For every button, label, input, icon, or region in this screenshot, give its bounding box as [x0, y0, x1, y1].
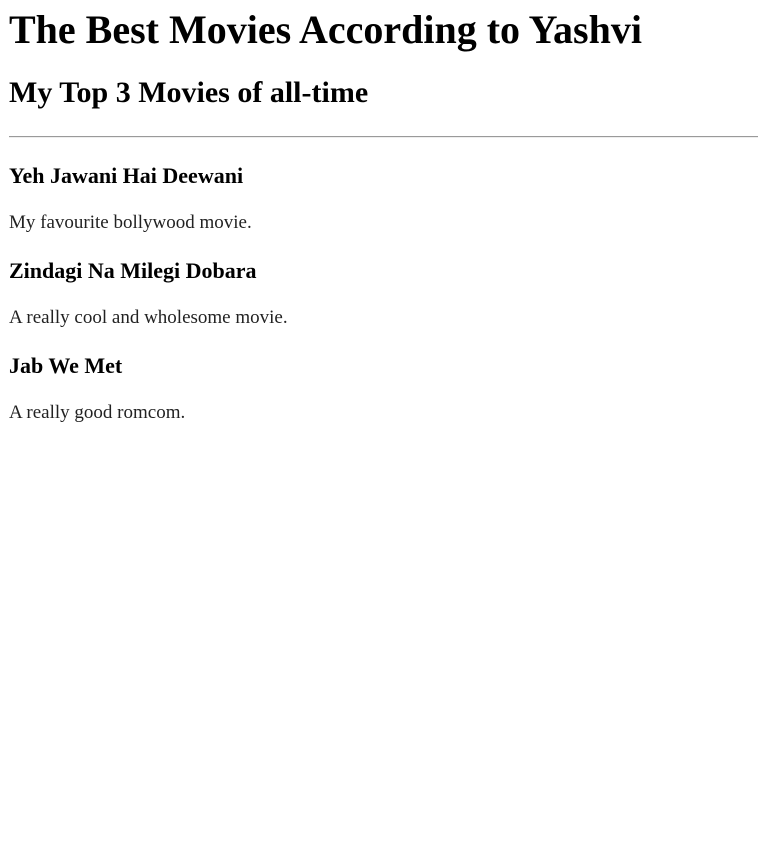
- page-subtitle: My Top 3 Movies of all-time: [9, 76, 369, 109]
- movie-description: My favourite bollywood movie.: [9, 212, 252, 233]
- movie-description: A really good romcom.: [9, 402, 186, 423]
- movie-entry: Jab We Met A really good romcom.: [9, 329, 760, 424]
- movie-title: Jab We Met: [9, 353, 123, 378]
- movie-title: Zindagi Na Milegi Dobara: [9, 258, 257, 283]
- page: The Best Movies According to Yashvi My T…: [0, 0, 769, 854]
- movie-entry: Zindagi Na Milegi Dobara A really cool a…: [9, 234, 760, 329]
- movie-list: Yeh Jawani Hai Deewani My favourite boll…: [9, 138, 760, 424]
- movie-title: Yeh Jawani Hai Deewani: [9, 163, 244, 188]
- movie-description: A really cool and wholesome movie.: [9, 307, 288, 328]
- movie-entry: Yeh Jawani Hai Deewani My favourite boll…: [9, 138, 760, 234]
